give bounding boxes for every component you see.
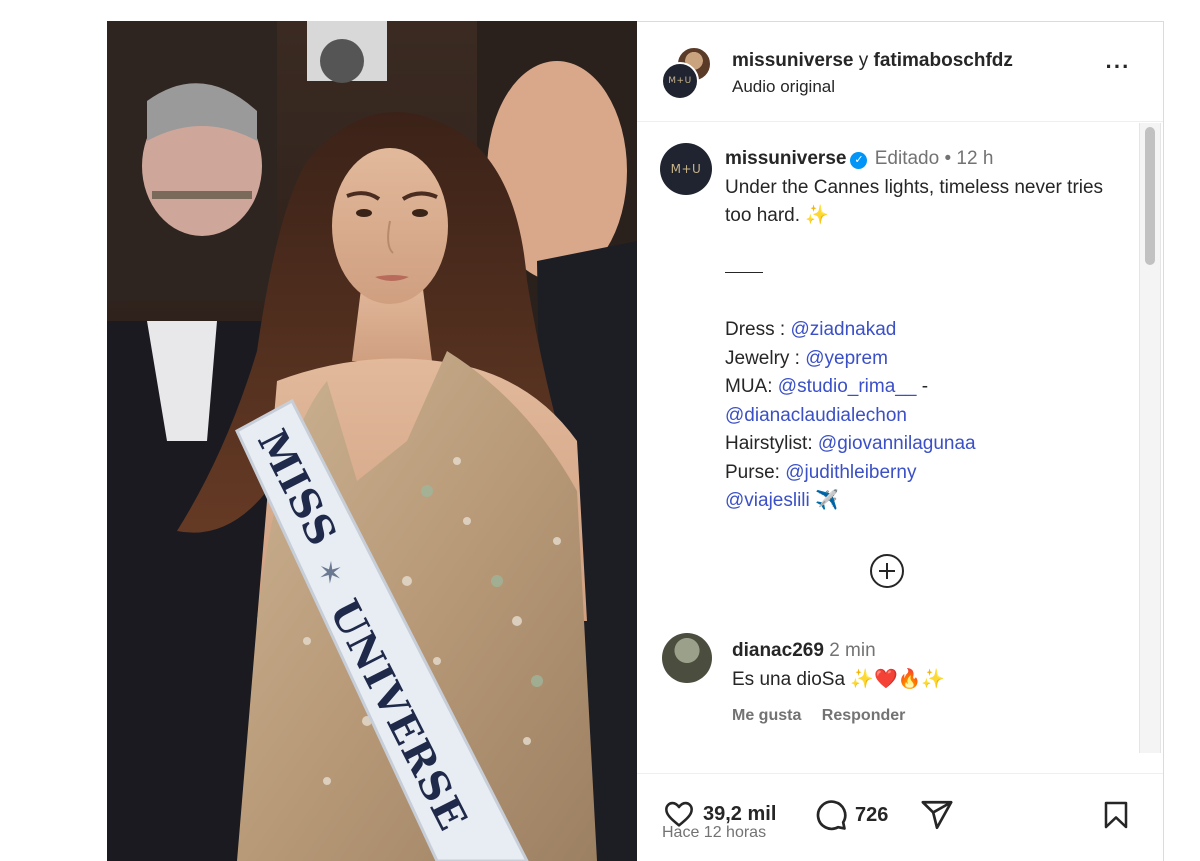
mention-ziadnakad[interactable]: @ziadnakad (790, 319, 896, 340)
header-user-missuniverse[interactable]: missuniverse (732, 50, 853, 71)
comment-time: 2 min (829, 640, 876, 661)
caption-text: Under the Cannes lights, timeless never … (725, 176, 1104, 227)
scrollbar[interactable] (1139, 123, 1161, 753)
post-header: M+U missuniverse y fatimaboschfdz Audio … (637, 22, 1163, 122)
mua-dash: - (921, 376, 929, 397)
comment-reply-button[interactable]: Responder (822, 707, 906, 724)
post-actions-bar: 39,2 mil 726 Hace 12 horas (637, 773, 1163, 861)
dot-separator: • (944, 148, 952, 169)
mention-viajeslili[interactable]: @viajeslili (725, 490, 810, 511)
caption-username[interactable]: missuniverse (725, 148, 846, 169)
post-photo: MISS ✶ UNIVERSE (107, 21, 637, 861)
comments-count: 726 (855, 803, 889, 826)
more-options-icon[interactable]: ··· (1104, 56, 1132, 82)
header-usernames: missuniverse y fatimaboschfdz (732, 50, 1013, 72)
header-user-fatimaboschfdz[interactable]: fatimaboschfdz (874, 50, 1013, 71)
collab-avatars[interactable]: M+U (661, 46, 715, 100)
comments-scroll-area[interactable]: M+U missuniverse ✓ Editado • 12 h Under t… (637, 123, 1163, 773)
audio-original-link[interactable]: Audio original (732, 77, 835, 97)
mention-dianaclaudialechon[interactable]: @dianaclaudialechon (725, 405, 907, 426)
dress-label: Dress : (725, 319, 786, 340)
mua-label: MUA: (725, 376, 773, 397)
comment-text: Es una dioSa ✨❤️🔥✨ (732, 669, 945, 690)
bookmark-icon[interactable] (1100, 798, 1132, 832)
comment-icon[interactable] (814, 798, 848, 832)
mention-judithleiberny[interactable]: @judithleiberny (785, 462, 916, 483)
comment-item: dianac269 2 min Es una dioSa ✨❤️🔥✨ (732, 636, 1122, 694)
comment-username[interactable]: dianac269 (732, 640, 824, 661)
airplane-icon: ✈️ (815, 490, 839, 511)
scrollbar-thumb[interactable] (1145, 127, 1155, 265)
post-caption: missuniverse ✓ Editado • 12 h Under the C… (725, 145, 1125, 516)
post-panel: M+U missuniverse y fatimaboschfdz Audio … (637, 21, 1164, 861)
post-timestamp[interactable]: Hace 12 horas (662, 824, 766, 842)
edited-label: Editado (874, 148, 940, 169)
mention-yeprem[interactable]: @yeprem (805, 348, 888, 369)
likes-count[interactable]: 39,2 mil (703, 803, 776, 826)
caption-avatar[interactable]: M+U (660, 143, 712, 195)
share-group (920, 798, 954, 832)
comment-actions: Me gusta Responder (732, 707, 921, 725)
load-more-comments-plus-icon[interactable] (870, 554, 904, 588)
jewelry-label: Jewelry : (725, 347, 800, 369)
verified-badge-icon: ✓ (850, 152, 868, 169)
send-icon[interactable] (920, 798, 954, 832)
comment-like-button[interactable]: Me gusta (732, 707, 801, 724)
hairstylist-label: Hairstylist: (725, 433, 813, 454)
avatar-missuniverse[interactable]: M+U (661, 62, 699, 100)
comment-avatar[interactable] (662, 633, 712, 683)
mention-giovannilagunaa[interactable]: @giovannilagunaa (818, 433, 976, 454)
caption-time: 12 h (956, 148, 994, 169)
purse-label: Purse: (725, 461, 780, 483)
header-conjunction: y (858, 50, 869, 71)
save-group (1100, 798, 1132, 832)
caption-divider (725, 272, 763, 274)
comment-group: 726 (814, 798, 888, 832)
post-image: MISS ✶ UNIVERSE (107, 21, 637, 861)
mention-studio-rima[interactable]: @studio_rima__ (778, 376, 917, 397)
